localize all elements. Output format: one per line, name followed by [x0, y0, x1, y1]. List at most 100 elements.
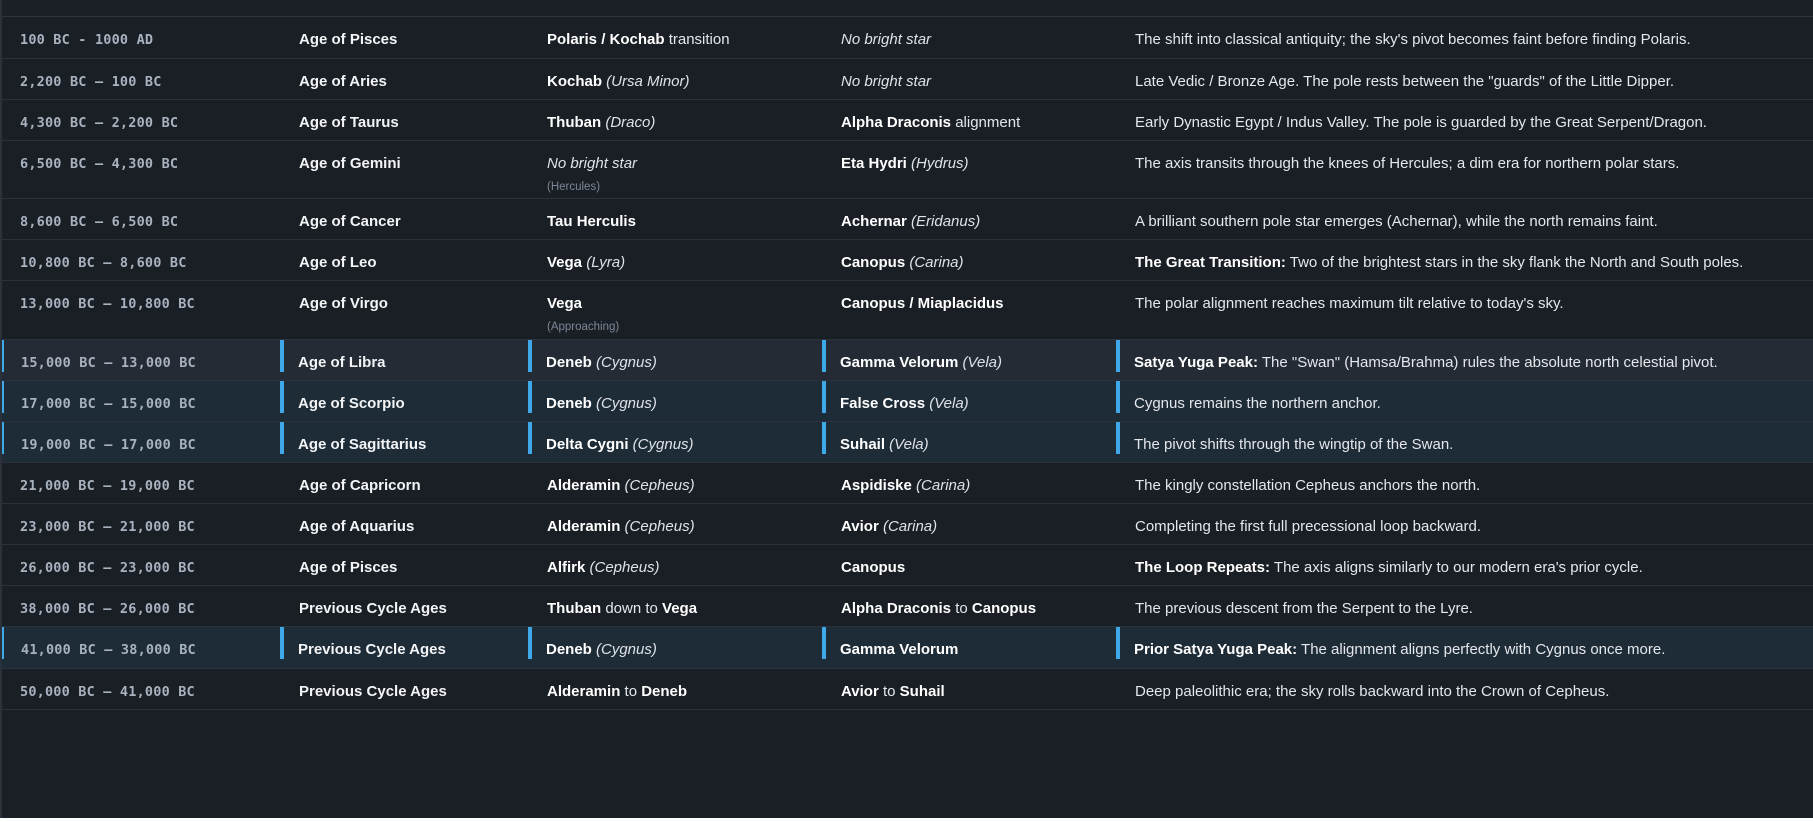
- text-segment: The shift into classical antiquity; the …: [1135, 31, 1691, 48]
- text-segment: (Cygnus): [591, 641, 657, 658]
- table-row: 4,300 BC – 2,200 BC Age of Taurus Thuban (…: [2, 100, 1813, 141]
- text-segment: No bright star: [841, 73, 932, 90]
- south-pole-star-cell: Suhail (Vela): [822, 422, 1116, 454]
- text-segment: Gamma Velorum: [840, 354, 959, 371]
- text-segment: (Lyra): [582, 254, 626, 271]
- astrological-age-cell: Age of Aquarius: [299, 518, 415, 535]
- north-pole-star-cell: Vega (Approaching): [530, 281, 824, 336]
- text-segment: Cygnus remains the northern anchor.: [1134, 395, 1381, 412]
- text-segment: Two of the brightest stars in the sky fl…: [1285, 254, 1744, 271]
- table-top-edge: [2, 0, 1813, 17]
- text-segment: Deep paleolithic era; the sky rolls back…: [1135, 683, 1610, 700]
- description-cell: Late Vedic / Bronze Age. The pole rests …: [1118, 59, 1813, 91]
- table-row: 100 BC - 1000 AD Age of Pisces Polaris / K…: [2, 17, 1813, 59]
- south-pole-star-cell: Alpha Draconis to Canopus: [824, 586, 1118, 618]
- north-pole-star-cell: Deneb (Cygnus): [528, 627, 822, 659]
- south-pole-star-cell: No bright star: [824, 59, 1118, 91]
- south-pole-star-cell: Avior (Carina): [824, 504, 1118, 536]
- astrological-age-cell: Age of Cancer: [299, 213, 401, 230]
- text-segment: The previous descent from the Serpent to…: [1135, 600, 1473, 617]
- text-segment: Aspidiske: [841, 477, 912, 494]
- description-cell: The previous descent from the Serpent to…: [1118, 586, 1813, 618]
- text-segment: Polaris / Kochab: [547, 31, 665, 48]
- north-pole-star-cell: Thuban (Draco): [530, 100, 824, 132]
- description-cell: The shift into classical antiquity; the …: [1118, 17, 1813, 49]
- table-row: 6,500 BC – 4,300 BC Age of Gemini No brigh…: [2, 141, 1813, 199]
- text-segment: Deneb: [546, 354, 592, 371]
- description-cell: Completing the first full precessional l…: [1118, 504, 1813, 536]
- text-segment: (Cepheus): [585, 559, 660, 576]
- table-row: 17,000 BC – 15,000 BC Age of Scorpio Deneb…: [2, 381, 1813, 422]
- text-segment: The Loop Repeats:: [1135, 559, 1271, 576]
- south-pole-star-cell: Alpha Draconis alignment: [824, 100, 1118, 132]
- astrological-age-cell: Previous Cycle Ages: [299, 600, 447, 617]
- description-cell: The axis transits through the knees of H…: [1118, 141, 1813, 173]
- table-row: 41,000 BC – 38,000 BC Previous Cycle Ages…: [2, 627, 1813, 669]
- date-range-cell: 26,000 BC – 23,000 BC: [20, 560, 195, 576]
- north-pole-star-cell: Thuban down to Vega: [530, 586, 824, 618]
- date-range-cell: 41,000 BC – 38,000 BC: [2, 627, 280, 659]
- south-pole-star-cell: Canopus / Miaplacidus: [824, 281, 1118, 313]
- table-row: 8,600 BC – 6,500 BC Age of Cancer Tau Herc…: [2, 199, 1813, 240]
- astrological-age-cell: Age of Leo: [299, 254, 377, 271]
- text-segment: to: [620, 683, 642, 700]
- description-cell: The pivot shifts through the wingtip of …: [1116, 422, 1813, 454]
- text-segment: The Great Transition:: [1135, 254, 1286, 271]
- table-row: 10,800 BC – 8,600 BC Age of Leo Vega (Lyra…: [2, 240, 1813, 281]
- text-segment: down to: [601, 600, 663, 617]
- text-segment: (Carina): [905, 254, 964, 271]
- text-segment: (Cygnus): [591, 395, 657, 412]
- date-range-cell: 8,600 BC – 6,500 BC: [20, 214, 179, 230]
- text-segment: Alderamin: [547, 477, 621, 494]
- text-segment: (Draco): [601, 114, 656, 131]
- text-segment: Vega: [547, 254, 583, 271]
- text-segment: to: [951, 600, 972, 617]
- north-pole-star-cell: No bright star (Hercules): [530, 141, 824, 196]
- date-range-cell: 10,800 BC – 8,600 BC: [20, 255, 187, 271]
- text-segment: Canopus / Miaplacidus: [841, 295, 1004, 312]
- text-segment: (Cygnus): [628, 436, 694, 453]
- north-pole-star-cell: Polaris / Kochab transition: [530, 17, 824, 49]
- astrological-age-cell: Age of Taurus: [299, 114, 399, 131]
- text-segment: alignment: [951, 114, 1021, 131]
- text-segment: Gamma Velorum: [840, 641, 959, 658]
- south-pole-star-cell: Eta Hydri (Hydrus): [824, 141, 1118, 173]
- description-cell: Prior Satya Yuga Peak: The alignment ali…: [1116, 627, 1813, 659]
- text-segment: A brilliant southern pole star emerges (…: [1135, 213, 1658, 230]
- text-segment: Suhail: [899, 683, 945, 700]
- south-pole-star-cell: Achernar (Eridanus): [824, 199, 1118, 231]
- north-pole-star-cell: Vega (Lyra): [530, 240, 824, 272]
- text-segment: Delta Cygni: [546, 436, 629, 453]
- table-row: 38,000 BC – 26,000 BC Previous Cycle Ages…: [2, 586, 1813, 627]
- astrological-age-cell: Age of Aries: [299, 73, 387, 90]
- text-segment: (Eridanus): [906, 213, 981, 230]
- text-segment: Thuban: [547, 600, 602, 617]
- north-pole-star-cell: Alderamin (Cepheus): [530, 504, 824, 536]
- date-range-cell: 13,000 BC – 10,800 BC: [20, 296, 195, 312]
- text-segment: The axis aligns similarly to our modern …: [1270, 559, 1643, 576]
- table-row: 50,000 BC – 41,000 BC Previous Cycle Ages…: [2, 669, 1813, 710]
- description-cell: Satya Yuga Peak: The "Swan" (Hamsa/Brahm…: [1116, 340, 1813, 372]
- date-range-cell: 21,000 BC – 19,000 BC: [20, 478, 195, 494]
- text-segment: to: [878, 683, 900, 700]
- south-pole-star-cell: No bright star: [824, 17, 1118, 49]
- text-segment: Early Dynastic Egypt / Indus Valley. The…: [1135, 114, 1707, 131]
- text-segment: (Carina): [878, 518, 938, 535]
- north-pole-star-cell: Kochab (Ursa Minor): [530, 59, 824, 91]
- text-segment: Deneb: [546, 641, 592, 658]
- table-row: 26,000 BC – 23,000 BC Age of Pisces Alfirk…: [2, 545, 1813, 586]
- description-cell: The Loop Repeats: The axis aligns simila…: [1118, 545, 1813, 577]
- text-segment: No bright star: [547, 155, 638, 172]
- text-segment: Alpha Draconis: [841, 600, 952, 617]
- table-row: 15,000 BC – 13,000 BC Age of Libra Deneb (…: [2, 340, 1813, 381]
- astrological-age-cell: Age of Capricorn: [299, 477, 421, 494]
- text-segment: False Cross: [840, 395, 926, 412]
- date-range-cell: 38,000 BC – 26,000 BC: [20, 601, 195, 617]
- south-pole-star-cell: Gamma Velorum: [822, 627, 1116, 659]
- description-cell: The Great Transition: Two of the brighte…: [1118, 240, 1813, 272]
- text-segment: Suhail: [840, 436, 886, 453]
- text-segment: Completing the first full precessional l…: [1135, 518, 1482, 535]
- south-pole-star-cell: Gamma Velorum (Vela): [822, 340, 1116, 372]
- date-range-cell: 17,000 BC – 15,000 BC: [2, 381, 280, 413]
- page: 100 BC - 1000 AD Age of Pisces Polaris / K…: [0, 0, 1813, 822]
